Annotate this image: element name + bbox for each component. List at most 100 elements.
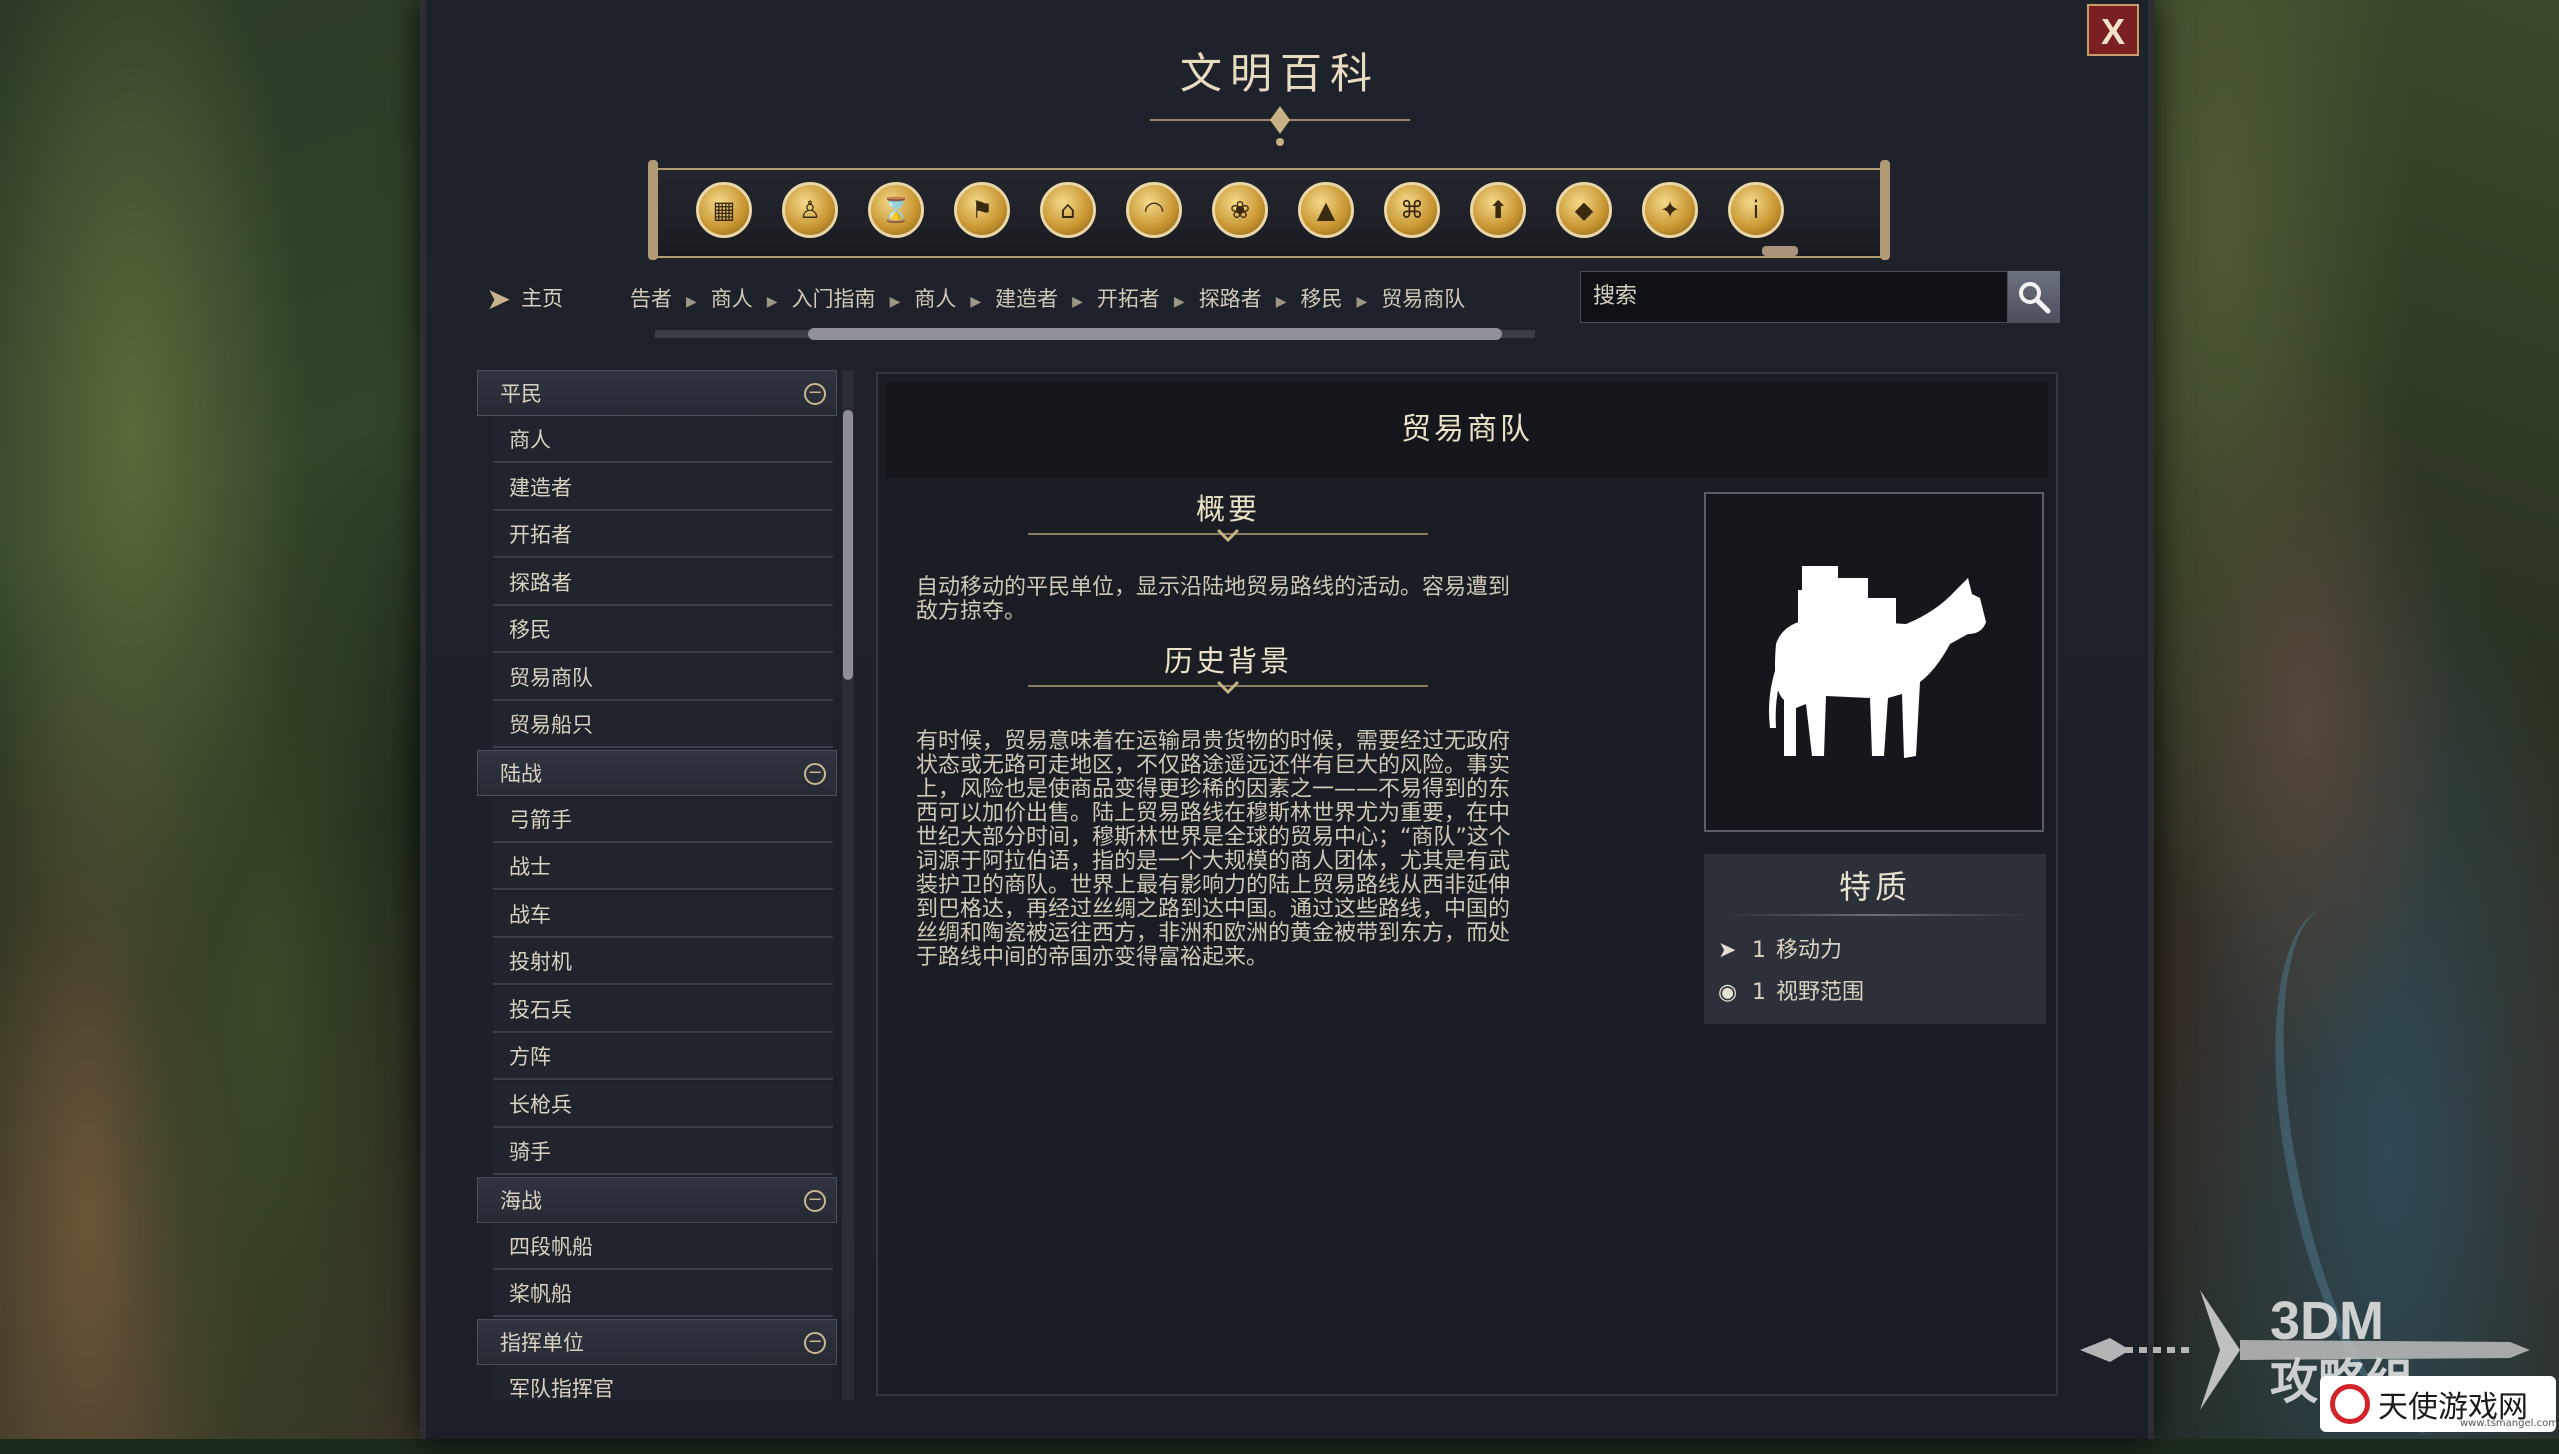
sidebar-item[interactable]: 军队指挥官 xyxy=(493,1365,833,1400)
article-title: 贸易商队 xyxy=(886,382,2048,478)
close-button[interactable]: X xyxy=(2087,4,2139,56)
traits-divider xyxy=(1724,914,2026,916)
sidebar-group-header[interactable]: 平民 − xyxy=(477,370,837,416)
search-input[interactable]: 搜索 xyxy=(1580,271,2008,323)
sidebar-item[interactable]: 长枪兵 xyxy=(493,1081,833,1128)
collapse-icon[interactable]: − xyxy=(804,383,826,405)
breadcrumb-separator-icon: ▶ xyxy=(1356,294,1368,310)
breadcrumb-scrollbar[interactable] xyxy=(655,328,1535,340)
breadcrumb-separator-icon: ▶ xyxy=(686,294,697,310)
diplomacy-icon[interactable]: ✦ xyxy=(1642,182,1698,238)
site-url: www.tsmangel.com xyxy=(2460,1418,2558,1429)
trait-label: 视野范围 xyxy=(1776,980,1865,1005)
breadcrumb: 告者 ▶ 商人 ▶ 入门指南 ▶ 商人 ▶ 建造者 ▶ 开拓者 ▶ 探路者 ▶ 移民 ▶ 贸易商队 xyxy=(630,283,1465,313)
sidebar-group-header[interactable]: 海战 − xyxy=(477,1176,837,1223)
sidebar-item[interactable]: 弓箭手 xyxy=(493,796,833,843)
ages-icon[interactable]: ⌛ xyxy=(868,182,924,238)
sidebar-item[interactable]: 建造者 xyxy=(493,464,833,511)
trait-row: ➤ 1 移动力 xyxy=(1718,932,1842,964)
sidebar-item[interactable]: 战车 xyxy=(493,891,833,938)
movement-icon: ➤ xyxy=(1718,938,1737,963)
title-ornament xyxy=(1150,106,1410,146)
breadcrumb-item[interactable]: 入门指南 xyxy=(792,287,876,311)
sidebar-group-label: 海战 xyxy=(500,1188,542,1213)
traits-panel: 特质 ➤ 1 移动力 ◉ 1 视野范围 xyxy=(1704,854,2046,1024)
technology-icon[interactable]: ◆ xyxy=(1556,182,1612,238)
sidebar-item[interactable]: 骑手 xyxy=(493,1129,833,1175)
site-logo-icon xyxy=(2330,1384,2370,1424)
collapse-icon[interactable]: − xyxy=(804,762,826,785)
history-text: 有时候，贸易意味着在运输昂贵货物的时候，需要经过无政府状态或无路可走地区，不仅路… xyxy=(916,729,1511,970)
sidebar-group-header[interactable]: 陆战 − xyxy=(477,749,837,796)
breadcrumb-separator-icon: ▶ xyxy=(970,294,982,310)
improvements-icon[interactable]: ⬆ xyxy=(1470,182,1526,238)
sidebar-group-header[interactable]: 指挥单位 − xyxy=(477,1318,837,1365)
game-map-background-left xyxy=(0,0,440,1439)
resources-icon[interactable]: ♙ xyxy=(782,182,838,238)
sidebar-item[interactable]: 商人 xyxy=(493,417,833,463)
traditions-icon[interactable]: ❀ xyxy=(1212,182,1268,238)
breadcrumb-item[interactable]: 探路者 xyxy=(1199,287,1262,311)
tiles-icon[interactable]: ◠ xyxy=(1126,182,1182,238)
sidebar-group-label: 陆战 xyxy=(500,761,542,786)
breadcrumb-item[interactable]: 建造者 xyxy=(995,287,1058,311)
search-icon xyxy=(2019,282,2051,314)
trait-label: 移动力 xyxy=(1776,938,1843,963)
breadcrumb-separator-icon: ▶ xyxy=(889,294,901,310)
sidebar-item[interactable]: 贸易船只 xyxy=(493,702,833,748)
sidebar-group-label: 指挥单位 xyxy=(500,1330,584,1355)
sidebar-item[interactable]: 投射机 xyxy=(493,939,833,985)
districts-icon[interactable]: ⌘ xyxy=(1384,182,1440,238)
breadcrumb-item[interactable]: 告者 xyxy=(630,287,672,311)
unit-portrait xyxy=(1704,492,2044,832)
breadcrumb-separator-icon: ▶ xyxy=(766,294,778,310)
category-list-scroll-thumb[interactable] xyxy=(843,410,853,680)
sidebar-item[interactable]: 桨帆船 xyxy=(493,1271,833,1317)
collapse-icon[interactable]: − xyxy=(804,1189,826,1212)
history-divider xyxy=(1028,680,1428,694)
sight-icon: ◉ xyxy=(1718,980,1738,1005)
trait-value: 1 xyxy=(1752,980,1766,1005)
sidebar-item[interactable]: 贸易商队 xyxy=(493,654,833,701)
history-heading: 历史背景 xyxy=(1163,644,1292,678)
breadcrumb-item[interactable]: 开拓者 xyxy=(1097,287,1160,311)
breadcrumb-item[interactable]: 贸易商队 xyxy=(1381,287,1465,311)
sidebar-item[interactable]: 探路者 xyxy=(493,559,833,606)
info-icon[interactable]: i xyxy=(1728,182,1784,238)
traits-heading: 特质 xyxy=(1838,868,1911,906)
breadcrumb-item[interactable]: 商人 xyxy=(711,287,753,311)
sidebar-item[interactable]: 开拓者 xyxy=(493,512,833,558)
caravan-donkey-icon xyxy=(1769,566,1986,758)
units-icon[interactable]: ▦ xyxy=(696,182,752,238)
category-list-scrollbar[interactable] xyxy=(842,370,854,1400)
home-link[interactable]: ➤ 主页 xyxy=(486,282,563,317)
breadcrumb-item[interactable]: 商人 xyxy=(914,287,956,311)
breadcrumb-separator-icon: ▶ xyxy=(1072,294,1083,310)
trait-value: 1 xyxy=(1752,938,1766,963)
collapse-icon[interactable]: − xyxy=(804,1331,826,1354)
sidebar-item[interactable]: 方阵 xyxy=(493,1034,833,1080)
home-label: 主页 xyxy=(521,286,564,311)
wonders-icon[interactable]: ▲ xyxy=(1298,182,1354,238)
category-icon-bar: ▦ ♙ ⌛ ⚑ ⌂ ◠ ❀ ▲ ⌘ ⬆ ◆ ✦ i xyxy=(648,160,1890,260)
search-button[interactable] xyxy=(2008,271,2060,323)
breadcrumb-item[interactable]: 移民 xyxy=(1300,287,1342,311)
overview-divider xyxy=(1028,528,1428,542)
overview-text: 自动移动的平民单位，显示沿陆地贸易路线的活动。容易遭到敌方掠夺。 xyxy=(916,575,1511,624)
civilizations-icon[interactable]: ⚑ xyxy=(954,182,1010,238)
sidebar-item[interactable]: 战士 xyxy=(493,844,833,890)
site-badge: 天使游戏网 www.tsmangel.com xyxy=(2320,1376,2558,1432)
buildings-icon[interactable]: ⌂ xyxy=(1040,182,1096,238)
icon-bar-scroll-thumb[interactable] xyxy=(1762,246,1798,256)
sidebar-item[interactable]: 四段帆船 xyxy=(493,1223,833,1270)
breadcrumb-scroll-thumb[interactable] xyxy=(808,328,1502,340)
back-arrow-icon: ➤ xyxy=(486,282,512,317)
article-panel: 贸易商队 概要 自动移动的平民单位，显示沿陆地贸易路线的活动。容易遭到敌方掠夺。… xyxy=(876,372,2058,1396)
trait-row: ◉ 1 视野范围 xyxy=(1718,974,1864,1006)
overview-heading: 概要 xyxy=(1195,492,1260,526)
sidebar-item[interactable]: 移民 xyxy=(493,607,833,653)
sidebar-item[interactable]: 投石兵 xyxy=(493,986,833,1033)
sidebar-group-label: 平民 xyxy=(500,382,542,406)
page-title: 文明百科 xyxy=(1179,49,1380,98)
category-list: 平民 − 商人 建造者 开拓者 探路者 移民 贸易商队 贸易船只陆战 − 弓箭手 战士 战车 投射机 投石兵… xyxy=(477,370,837,1400)
